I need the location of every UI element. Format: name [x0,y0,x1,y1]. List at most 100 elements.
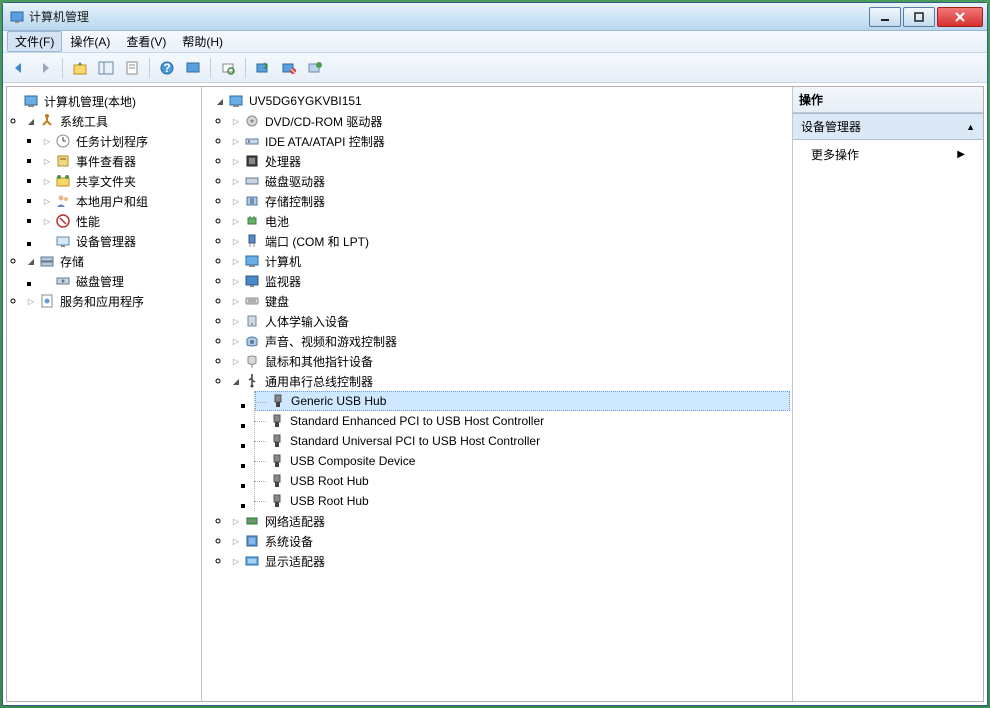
device-category[interactable]: 鼠标和其他指针设备 [230,351,790,371]
up-button[interactable] [68,56,92,80]
close-button[interactable] [937,7,983,27]
expander-icon[interactable] [230,295,242,307]
device-category[interactable]: 网络适配器 [230,511,790,531]
device-category[interactable]: 声音、视频和游戏控制器 [230,331,790,351]
actions-section[interactable]: 设备管理器 ▲ [793,113,983,140]
expander-icon[interactable] [230,195,242,207]
expander-icon[interactable] [25,255,37,267]
app-icon [9,9,25,25]
tree-storage[interactable]: 存储 [25,251,199,271]
menu-help[interactable]: 帮助(H) [174,31,231,52]
expander-icon[interactable] [230,135,242,147]
uninstall-button[interactable] [303,56,327,80]
tree-services[interactable]: 服务和应用程序 [25,291,199,311]
maximize-button[interactable] [903,7,935,27]
window-title: 计算机管理 [29,8,869,25]
properties-button[interactable] [120,56,144,80]
device-category[interactable]: 键盘 [230,291,790,311]
separator [245,58,246,78]
usb-device[interactable]: Standard Enhanced PCI to USB Host Contro… [255,411,790,431]
device-icon [244,113,260,129]
device-category[interactable]: 监视器 [230,271,790,291]
usb-device[interactable]: Standard Universal PCI to USB Host Contr… [255,431,790,451]
minimize-button[interactable] [869,7,901,27]
storage-icon [39,253,55,269]
tree-local-users[interactable]: 本地用户和组 [41,191,199,211]
tree-disk-mgmt[interactable]: 磁盘管理 [41,271,199,291]
device-category[interactable]: 系统设备 [230,531,790,551]
device-category[interactable]: 存储控制器 [230,191,790,211]
expander-icon[interactable] [230,355,242,367]
device-category[interactable]: 显示适配器 [230,551,790,571]
expander-icon[interactable] [230,535,242,547]
center-tree-pane[interactable]: UV5DG6YGKVBI151 DVD/CD-ROM 驱动器IDE ATA/AT… [202,87,793,701]
device-category[interactable]: 人体学输入设备 [230,311,790,331]
help-button[interactable]: ? [155,56,179,80]
device-category[interactable]: 磁盘驱动器 [230,171,790,191]
expander-icon[interactable] [230,315,242,327]
expander-icon[interactable] [230,235,242,247]
menu-file[interactable]: 文件(F) [7,31,62,52]
usb-device[interactable]: USB Root Hub [255,491,790,511]
expander-icon[interactable] [25,295,37,307]
actions-more[interactable]: 更多操作 ▶ [793,140,983,169]
separator [62,58,63,78]
usb-device[interactable]: USB Composite Device [255,451,790,471]
tree-performance[interactable]: 性能 [41,211,199,231]
expander-icon[interactable] [41,155,53,167]
enable-button[interactable] [251,56,275,80]
device-category-usb[interactable]: 通用串行总线控制器 [230,371,790,391]
expander-icon[interactable] [230,555,242,567]
expander-icon[interactable] [230,115,242,127]
expander-icon[interactable] [230,275,242,287]
expander-icon[interactable] [230,175,242,187]
menu-action[interactable]: 操作(A) [62,31,118,52]
device-category[interactable]: IDE ATA/ATAPI 控制器 [230,131,790,151]
left-tree-pane[interactable]: 计算机管理(本地) 系统工具 任务计划程序 事件查看器 [7,87,202,701]
forward-button[interactable] [33,56,57,80]
expander-icon[interactable] [230,155,242,167]
separator [210,58,211,78]
tree-root[interactable]: 计算机管理(本地) [9,91,199,111]
collapse-icon[interactable]: ▲ [966,122,975,132]
expander-icon[interactable] [41,135,53,147]
back-button[interactable] [7,56,31,80]
disable-button[interactable] [277,56,301,80]
tree-event-viewer[interactable]: 事件查看器 [41,151,199,171]
usb-icon [270,393,286,409]
expander-icon[interactable] [41,195,53,207]
device-category[interactable]: 电池 [230,211,790,231]
expander-icon[interactable] [230,255,242,267]
tree-shared-folders[interactable]: 共享文件夹 [41,171,199,191]
tree-task-scheduler[interactable]: 任务计划程序 [41,131,199,151]
expander-icon[interactable] [41,215,53,227]
usb-device[interactable]: Generic USB Hub [255,391,790,411]
expander-icon[interactable] [230,335,242,347]
device-icon [244,353,260,369]
device-category[interactable]: DVD/CD-ROM 驱动器 [230,111,790,131]
usb-device[interactable]: USB Root Hub [255,471,790,491]
scan-button[interactable] [216,56,240,80]
expander-icon[interactable] [214,95,226,107]
show-hide-button[interactable] [94,56,118,80]
device-category[interactable]: 处理器 [230,151,790,171]
expander-icon[interactable] [25,115,37,127]
device-icon [244,213,260,229]
console-button[interactable] [181,56,205,80]
expander-icon[interactable] [230,515,242,527]
titlebar[interactable]: 计算机管理 [3,3,987,31]
menu-view[interactable]: 查看(V) [118,31,174,52]
device-icon [244,133,260,149]
device-computer-root[interactable]: UV5DG6YGKVBI151 [214,91,790,111]
expander-icon[interactable] [230,215,242,227]
device-category[interactable]: 端口 (COM 和 LPT) [230,231,790,251]
tree-device-manager[interactable]: 设备管理器 [41,231,199,251]
device-category[interactable]: 计算机 [230,251,790,271]
device-icon [244,153,260,169]
body-area: 计算机管理(本地) 系统工具 任务计划程序 事件查看器 [6,86,984,702]
svg-text:?: ? [163,61,170,75]
expander-icon[interactable] [230,375,242,387]
expander-icon[interactable] [41,175,53,187]
tree-system-tools[interactable]: 系统工具 [25,111,199,131]
services-icon [39,293,55,309]
